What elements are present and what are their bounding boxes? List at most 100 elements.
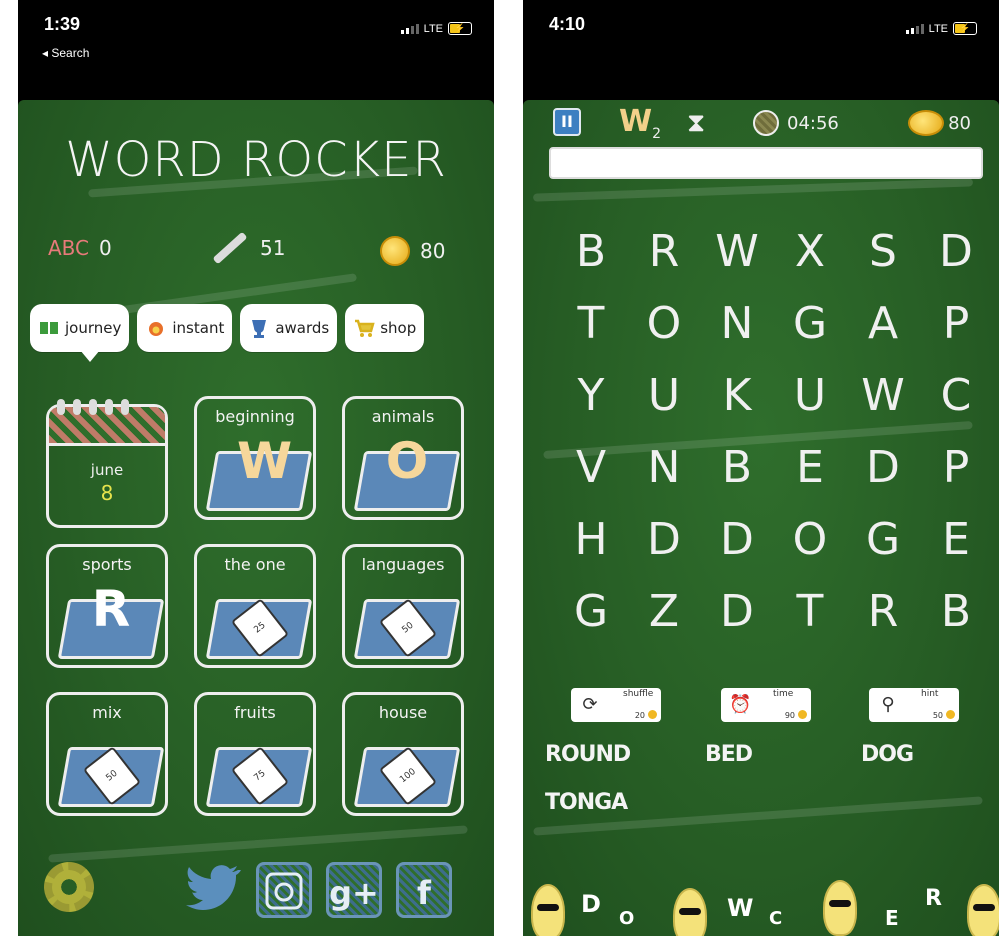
letter-tile[interactable]: N [707, 294, 767, 354]
letter-tile[interactable]: D [926, 222, 986, 282]
letter-tile[interactable]: P [926, 294, 986, 354]
level-number: 2 [652, 126, 662, 142]
category-tile-beginning[interactable]: beginning W [194, 396, 316, 520]
facebook-icon[interactable]: f [396, 862, 452, 918]
letter-tile[interactable]: U [780, 366, 840, 426]
time-button[interactable]: ⏰ time 90 [721, 688, 811, 722]
letter-tile[interactable]: D [634, 510, 694, 570]
letter-tile[interactable]: B [926, 582, 986, 642]
letter-tile[interactable]: U [634, 366, 694, 426]
chalk-icon [212, 231, 248, 265]
coin-icon [648, 710, 657, 719]
found-word: BED [705, 742, 753, 767]
words-count: 0 [99, 236, 112, 260]
left-phone-screen: 1:39 ◂ Search LTE ⚡ WORD ROCKER ABC 0 51… [18, 0, 494, 936]
letter-tile[interactable]: D [707, 510, 767, 570]
category-tile-languages[interactable]: languages 50 [342, 544, 464, 668]
letter-tile[interactable]: N [634, 438, 694, 498]
alarm-clock-icon: ⏰ [729, 694, 752, 715]
battery-charging-icon: ⚡ [953, 22, 977, 35]
hint-button[interactable]: ⚲ hint 50 [869, 688, 959, 722]
level-indicator: W2 [619, 104, 661, 142]
found-word: ROUND [545, 742, 631, 767]
letter-tile[interactable]: G [561, 582, 621, 642]
category-letter: O [385, 432, 429, 490]
rack-letter: W [727, 894, 754, 922]
letter-tile[interactable]: W [853, 366, 913, 426]
letter-tile[interactable]: B [707, 438, 767, 498]
category-letter: R [91, 580, 131, 638]
letter-tile[interactable]: E [926, 510, 986, 570]
twitter-icon[interactable] [186, 862, 242, 918]
banana-character-icon [531, 884, 565, 936]
letter-tile[interactable]: T [780, 582, 840, 642]
word-entry-field[interactable] [549, 147, 983, 179]
instagram-icon[interactable] [256, 862, 312, 918]
rack-letter: O [619, 908, 635, 929]
rack-letter: D [581, 890, 601, 918]
category-label: languages [361, 555, 445, 574]
back-to-search-link[interactable]: ◂ Search [42, 46, 89, 60]
letter-tile[interactable]: W [707, 222, 767, 282]
rack-letter: C [769, 908, 783, 929]
letter-tile[interactable]: G [780, 294, 840, 354]
chalk-stat: 51 [210, 231, 285, 265]
letter-tile[interactable]: V [561, 438, 621, 498]
letter-tile[interactable]: O [634, 294, 694, 354]
coins-icon [908, 110, 945, 136]
letter-tile[interactable]: C [926, 366, 986, 426]
letter-tile[interactable]: K [707, 366, 767, 426]
daily-calendar-tile[interactable]: june 8 [46, 399, 168, 528]
category-tile-the-one[interactable]: the one 25 [194, 544, 316, 668]
letter-tile[interactable]: E [780, 438, 840, 498]
letter-tile[interactable]: B [561, 222, 621, 282]
letter-tile[interactable]: H [561, 510, 621, 570]
tab-awards[interactable]: awards [240, 304, 338, 352]
category-label: fruits [234, 703, 276, 722]
category-tile-sports[interactable]: sports R [46, 544, 168, 668]
status-indicators: LTE ⚡ [400, 22, 472, 35]
letter-tile[interactable]: D [707, 582, 767, 642]
category-tile-animals[interactable]: animals O [342, 396, 464, 520]
magnifier-icon: ⚲ [881, 694, 895, 715]
signal-icon [905, 23, 924, 34]
letter-tile[interactable]: A [853, 294, 913, 354]
right-phone-screen: 4:10 LTE ⚡ II W2 ⧗ 04:56 80 BRWXSDTONGAP… [523, 0, 999, 936]
googleplus-icon[interactable]: g+ [326, 862, 382, 918]
category-tile-mix[interactable]: mix 50 [46, 692, 168, 816]
status-bar: 4:10 LTE ⚡ [523, 0, 999, 100]
letter-tile[interactable]: R [853, 582, 913, 642]
powerup-cost: 50 [932, 711, 943, 720]
tab-shop[interactable]: shop [345, 304, 425, 352]
category-letter: W [237, 432, 293, 490]
level-letter: W [619, 104, 653, 139]
settings-gear-icon[interactable] [44, 862, 94, 912]
letter-tile[interactable]: R [634, 222, 694, 282]
coins-stat: 80 [380, 236, 445, 266]
letter-tile[interactable]: S [853, 222, 913, 282]
letter-tile[interactable]: P [926, 438, 986, 498]
letter-tile[interactable]: O [780, 510, 840, 570]
bottom-bar: g+ f [18, 858, 494, 922]
letter-rack: D O W C E R [523, 870, 999, 936]
coin-icon [798, 710, 807, 719]
abc-icon: ABC [48, 236, 90, 260]
letter-tile[interactable]: T [561, 294, 621, 354]
shuffle-button[interactable]: ⟳ shuffle 20 [571, 688, 661, 722]
status-indicators: LTE ⚡ [905, 22, 977, 35]
letter-tile[interactable]: Z [634, 582, 694, 642]
turtle-icon [753, 110, 779, 136]
category-label: house [378, 703, 428, 722]
category-tile-fruits[interactable]: fruits 75 [194, 692, 316, 816]
calendar-rings [57, 399, 129, 415]
pause-button[interactable]: II [553, 108, 581, 136]
category-tile-house[interactable]: house 100 [342, 692, 464, 816]
letter-tile[interactable]: X [780, 222, 840, 282]
letter-tile[interactable]: G [853, 510, 913, 570]
timer-value: 04:56 [787, 112, 839, 134]
letter-tile[interactable]: Y [561, 366, 621, 426]
letter-tile[interactable]: D [853, 438, 913, 498]
tab-journey[interactable]: journey [30, 304, 130, 352]
trophy-icon [248, 317, 270, 339]
tab-instant[interactable]: instant [137, 304, 233, 352]
